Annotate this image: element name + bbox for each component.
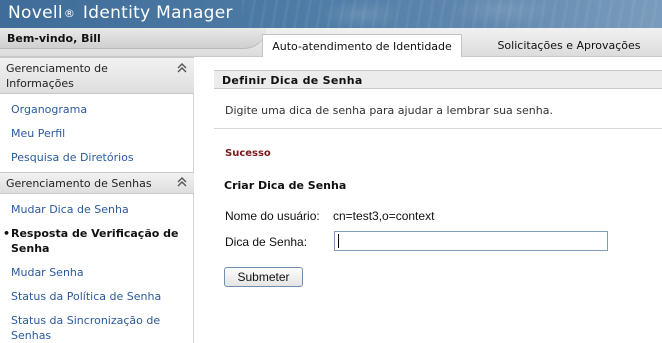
registered-mark: ® [63, 7, 76, 20]
sidebar-item-status-sincronizacao-senhas[interactable]: Status da Sincronização de Senhas [0, 308, 193, 343]
sidebar-item-label: Resposta de Verificação de Senha [11, 227, 179, 255]
page-description: Digite uma dica de senha para ajudar a l… [214, 89, 662, 129]
product-name: Identity Manager [82, 3, 233, 23]
submit-button[interactable]: Submeter [224, 267, 303, 287]
sidebar-item-mudar-dica-senha[interactable]: Mudar Dica de Senha [0, 197, 193, 221]
password-hint-label: Dica de Senha: [225, 235, 308, 249]
tab-requests-approvals[interactable]: Solicitações e Aprovações [488, 34, 650, 57]
sidebar-section-password-management[interactable]: Gerenciamento de Senhas [0, 172, 194, 194]
double-chevron-up-icon[interactable] [176, 62, 188, 74]
sidebar-section-title: Gerenciamento de Senhas [6, 177, 152, 190]
brand-name: Novell [8, 3, 63, 23]
sidebar-item-mudar-senha[interactable]: Mudar Senha [0, 260, 193, 284]
username-label: Nome do usuário: [225, 209, 320, 223]
top-nav-bar: Bem-vindo, Bill Auto-atendimento de Iden… [0, 28, 662, 57]
sidebar-item-resposta-verificacao-senha[interactable]: • Resposta de Verificação de Senha [0, 221, 193, 260]
page-title: Definir Dica de Senha [214, 70, 662, 89]
sidebar-item-organograma[interactable]: Organograma [0, 97, 193, 121]
double-chevron-up-icon[interactable] [176, 176, 188, 188]
tab-identity-self-service[interactable]: Auto-atendimento de Identidade [262, 34, 462, 57]
sidebar-item-status-politica-senha[interactable]: Status da Política de Senha [0, 284, 193, 308]
app-banner: Novell® Identity Manager [0, 0, 662, 28]
banner-decoration [242, 0, 662, 28]
welcome-message: Bem-vindo, Bill [0, 28, 244, 49]
username-value: cn=test3,o=context [333, 209, 435, 223]
current-item-bullet: • [3, 227, 11, 240]
sidebar-item-pesquisa-diretorios[interactable]: Pesquisa de Diretórios [0, 145, 193, 169]
sidebar-item-meu-perfil[interactable]: Meu Perfil [0, 121, 193, 145]
password-hint-input[interactable] [334, 231, 608, 251]
sidebar-section-title: Gerenciamento de Informações [6, 62, 108, 90]
sidebar-section-information-management[interactable]: Gerenciamento de Informações [0, 57, 194, 94]
app-title: Novell® Identity Manager [8, 3, 233, 23]
status-message: Sucesso [225, 148, 271, 159]
text-caret [338, 234, 339, 248]
sidebar: Gerenciamento de Informações Organograma… [0, 57, 194, 343]
form-title: Criar Dica de Senha [224, 179, 347, 192]
